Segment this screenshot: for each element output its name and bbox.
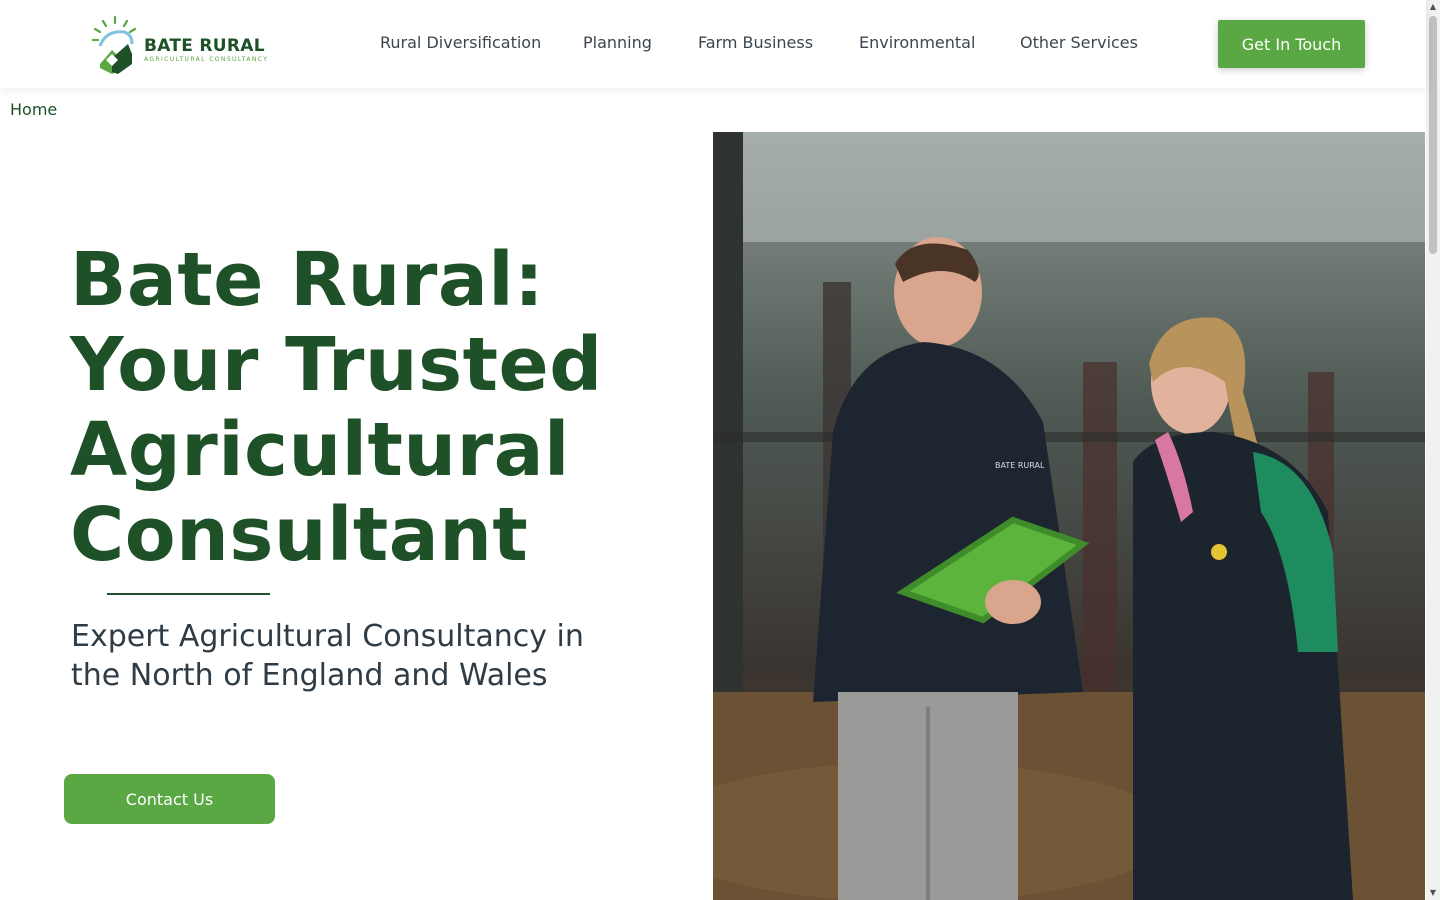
page-scrollbar[interactable]: ▲ ▼ (1426, 0, 1440, 900)
hero-title-line: Your Trusted (70, 322, 603, 408)
hero-divider (107, 593, 270, 595)
breadcrumb-home[interactable]: Home (10, 100, 57, 119)
get-in-touch-button[interactable]: Get In Touch (1218, 20, 1365, 68)
logo-tagline: AGRICULTURAL CONSULTANCY (144, 56, 269, 63)
hero-title: Bate Rural: Your Trusted Agricultural Co… (70, 238, 690, 578)
nav-item-environmental[interactable]: Environmental (859, 33, 975, 52)
nav-item-rural-diversification[interactable]: Rural Diversification (380, 33, 541, 52)
nav-item-planning[interactable]: Planning (583, 33, 652, 52)
logo-sun-house-icon (91, 15, 137, 74)
hero-title-line: Bate Rural: (70, 237, 545, 323)
hero-photo: BATE RURAL (713, 132, 1425, 900)
contact-us-button[interactable]: Contact Us (64, 774, 275, 824)
logo[interactable]: BATE RURAL AGRICULTURAL CONSULTANCY (88, 14, 278, 76)
jacket-logo-text: BATE RURAL (995, 461, 1045, 470)
nav-item-farm-business[interactable]: Farm Business (698, 33, 813, 52)
scrollbar-thumb[interactable] (1429, 16, 1437, 254)
hero-subtitle: Expert Agricultural Consultancy in the N… (71, 619, 584, 693)
hero-title-line: Consultant (70, 492, 529, 578)
site-header: BATE RURAL AGRICULTURAL CONSULTANCY Rura… (0, 0, 1426, 88)
nav-item-other-services[interactable]: Other Services (1020, 33, 1138, 52)
scroll-down-arrow-icon[interactable]: ▼ (1426, 886, 1440, 900)
scroll-up-arrow-icon[interactable]: ▲ (1426, 0, 1440, 14)
hero-photo-illustration: BATE RURAL (713, 132, 1425, 900)
logo-title: BATE RURAL (144, 36, 265, 56)
hero-title-line: Agricultural (70, 407, 570, 493)
